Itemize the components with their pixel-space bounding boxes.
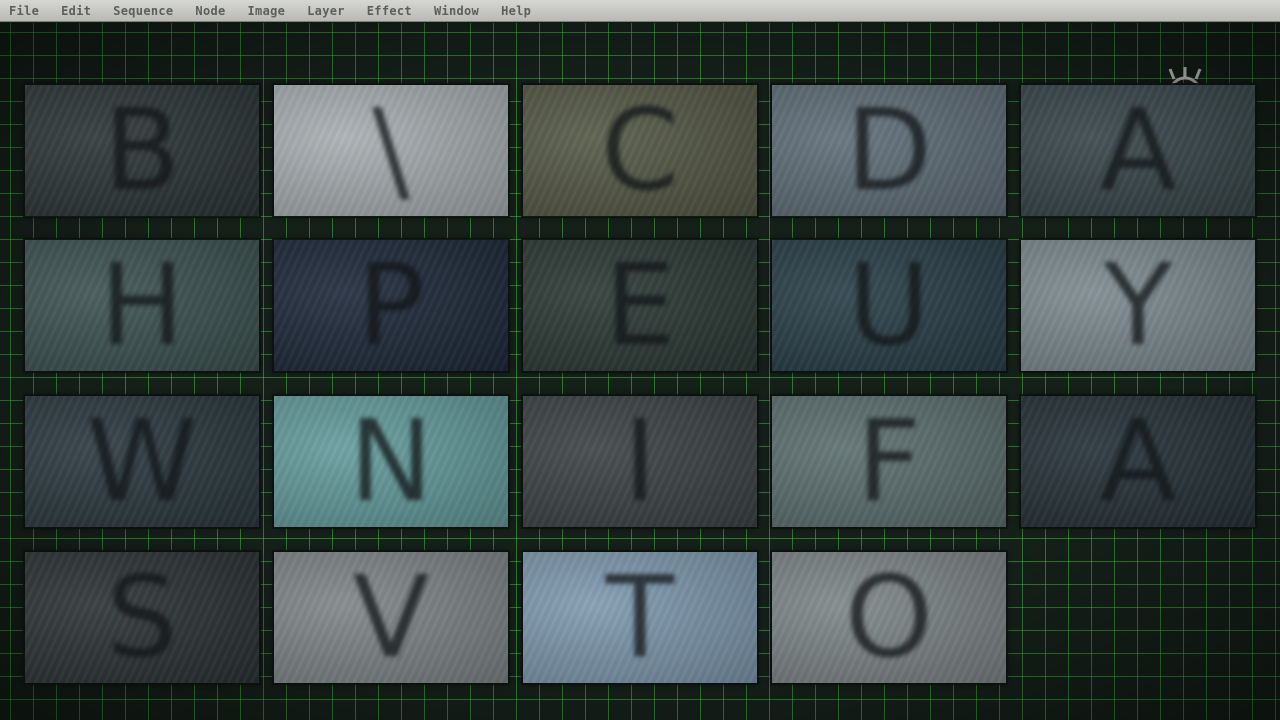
tile-letter: U	[848, 240, 930, 371]
tile-letter: S	[106, 552, 178, 683]
tile-letter: B	[103, 85, 181, 216]
letter-tile[interactable]: E	[523, 240, 757, 371]
tile-letter: P	[357, 240, 425, 371]
tile-letter: T	[605, 552, 675, 683]
letter-tile[interactable]: W	[25, 396, 259, 527]
letter-tile[interactable]: P	[274, 240, 508, 371]
letter-tile[interactable]: D	[772, 85, 1006, 216]
menu-window[interactable]: Window	[434, 4, 479, 18]
menu-node[interactable]: Node	[195, 4, 225, 18]
letter-tile[interactable]: A	[1021, 85, 1255, 216]
letter-tile[interactable]: I	[523, 396, 757, 527]
tile-letter: \	[372, 85, 410, 216]
tile-letter: Y	[1103, 240, 1173, 371]
menu-image[interactable]: Image	[248, 4, 286, 18]
letter-tile[interactable]: V	[274, 552, 508, 683]
menu-edit[interactable]: Edit	[61, 4, 91, 18]
tile-letter: O	[844, 552, 934, 683]
tile-letter: A	[1099, 396, 1177, 527]
tile-letter: H	[99, 240, 185, 371]
menu-effect[interactable]: Effect	[367, 4, 412, 18]
tile-letter: D	[845, 85, 933, 216]
menu-sequence[interactable]: Sequence	[113, 4, 173, 18]
letter-tile[interactable]: C	[523, 85, 757, 216]
letter-tile[interactable]: \	[274, 85, 508, 216]
menu-file[interactable]: File	[9, 4, 39, 18]
menu-bar: File Edit Sequence Node Image Layer Effe…	[0, 0, 1280, 22]
letter-tile[interactable]: U	[772, 240, 1006, 371]
letter-tile[interactable]: H	[25, 240, 259, 371]
tile-letter: W	[86, 396, 198, 527]
letter-tile[interactable]: Y	[1021, 240, 1255, 371]
menu-layer[interactable]: Layer	[307, 4, 345, 18]
letter-tile[interactable]: O	[772, 552, 1006, 683]
tile-letter: V	[352, 552, 430, 683]
tile-letter: C	[600, 85, 680, 216]
tile-letter: E	[604, 240, 676, 371]
tile-letter: A	[1099, 85, 1177, 216]
letter-tile[interactable]: S	[25, 552, 259, 683]
tile-letter: F	[856, 396, 922, 527]
letter-tile[interactable]: T	[523, 552, 757, 683]
letter-tile[interactable]: F	[772, 396, 1006, 527]
tile-letter: I	[623, 396, 657, 527]
letter-tile[interactable]: N	[274, 396, 508, 527]
letter-tile[interactable]: B	[25, 85, 259, 216]
menu-help[interactable]: Help	[501, 4, 531, 18]
letter-tile[interactable]: A	[1021, 396, 1255, 527]
tile-letter: N	[349, 396, 433, 527]
